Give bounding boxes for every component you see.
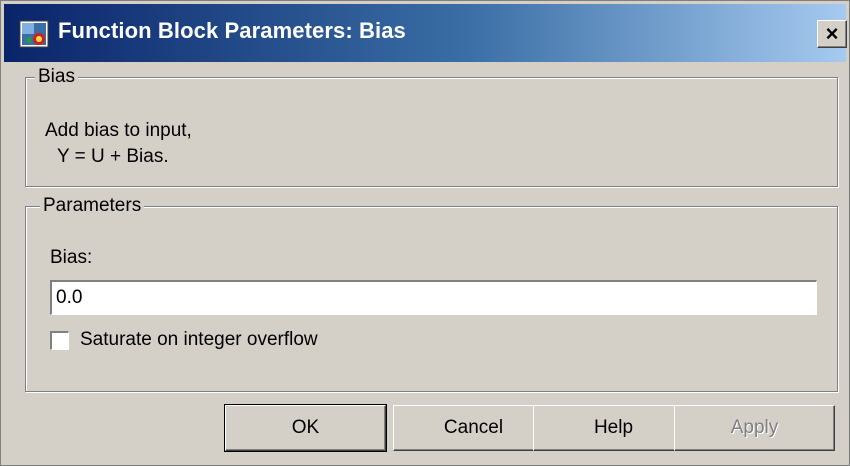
cancel-button-label: Cancel — [443, 417, 504, 438]
apply-button-label: Apply — [730, 417, 779, 438]
cancel-button[interactable]: Cancel — [393, 405, 554, 451]
parameters-group-title: Parameters — [40, 194, 145, 218]
saturate-label[interactable]: Saturate on integer overflow — [80, 329, 318, 351]
window-title: Function Block Parameters: Bias — [58, 18, 406, 43]
simulink-block-icon — [19, 20, 49, 48]
parameters-group: Parameters Bias: Saturate on integer ove… — [25, 194, 838, 392]
close-icon: × — [825, 21, 839, 46]
description-line-2: Y = U + Bias. — [57, 146, 169, 167]
apply-button[interactable]: Apply — [674, 405, 835, 451]
help-button[interactable]: Help — [533, 405, 694, 451]
saturate-checkbox[interactable] — [50, 330, 69, 350]
close-button[interactable]: × — [817, 20, 847, 48]
help-button-label: Help — [593, 417, 634, 438]
bias-label: Bias: — [50, 247, 93, 268]
description-group-title: Bias — [35, 65, 78, 89]
description-group: Bias Add bias to input, Y = U + Bias. — [25, 65, 838, 187]
saturate-checkbox-row[interactable]: Saturate on integer overflow — [50, 329, 318, 351]
description-line-1: Add bias to input, — [45, 120, 192, 141]
dialog-window: Function Block Parameters: Bias × Bias A… — [0, 0, 850, 466]
ok-button-label: OK — [291, 417, 320, 438]
title-bar[interactable]: Function Block Parameters: Bias × — [4, 4, 847, 62]
bias-input[interactable] — [50, 280, 817, 315]
ok-button[interactable]: OK — [224, 404, 387, 452]
